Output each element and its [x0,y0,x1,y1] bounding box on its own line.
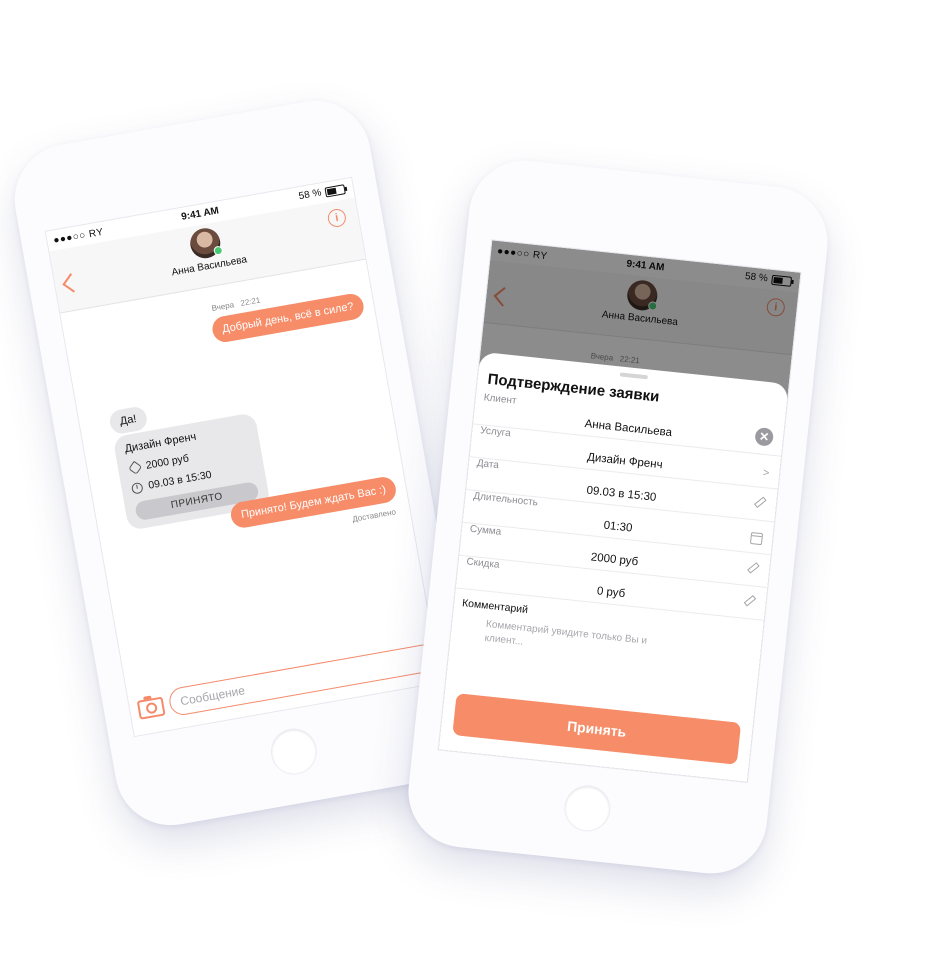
confirmation-sheet: Подтверждение заявки ✕ Клиент Анна Васил… [438,351,789,782]
calendar-icon[interactable] [749,532,764,546]
field-label: Дата [476,457,500,472]
home-button[interactable] [268,726,320,778]
comment-input[interactable]: Комментарий увидите только Вы и клиент..… [484,618,676,666]
message-input[interactable] [167,640,442,718]
chat-screen: ●●●○○ RY 9:41 AM 58 % Анна Васильева i В… [44,176,442,738]
camera-icon[interactable] [136,696,166,720]
pencil-icon[interactable] [754,496,767,509]
online-status-dot [213,245,224,256]
comment-label: Комментарий [461,597,529,617]
battery-percent: 58 % [297,187,323,203]
home-button[interactable] [563,784,612,833]
field-label: Сумма [469,523,502,538]
accept-button[interactable]: Принять [452,693,742,765]
clock-icon [130,481,144,495]
field-label: Клиент [483,392,518,407]
message-input-bar [126,631,442,736]
phone-chat: ●●●○○ RY 9:41 AM 58 % Анна Васильева i В… [5,91,481,835]
field-label: Услуга [479,425,512,440]
sheet-grab-handle[interactable] [619,372,648,380]
timestamp-time: 22:21 [239,295,262,308]
info-icon[interactable]: i [326,207,348,229]
avatar[interactable] [187,225,224,261]
timestamp-day: Вчера [210,300,235,314]
price-tag-icon [128,460,143,475]
confirm-screen: ●●●○○ RY 9:41 AM 58 % Анна Васильева i В… [437,239,802,784]
pencil-icon[interactable] [743,595,757,607]
phone-confirm: ●●●○○ RY 9:41 AM 58 % Анна Васильева i В… [402,155,834,879]
chevron-right-icon[interactable]: > [762,467,770,480]
battery-icon [324,183,346,198]
card-datetime: 09.03 в 15:30 [147,468,213,492]
card-price: 2000 руб [144,452,190,472]
incoming-message[interactable]: Да! [108,405,149,436]
delivered-status: Доставлено [351,507,397,524]
pencil-icon[interactable] [747,562,760,574]
field-label: Скидка [465,556,501,571]
